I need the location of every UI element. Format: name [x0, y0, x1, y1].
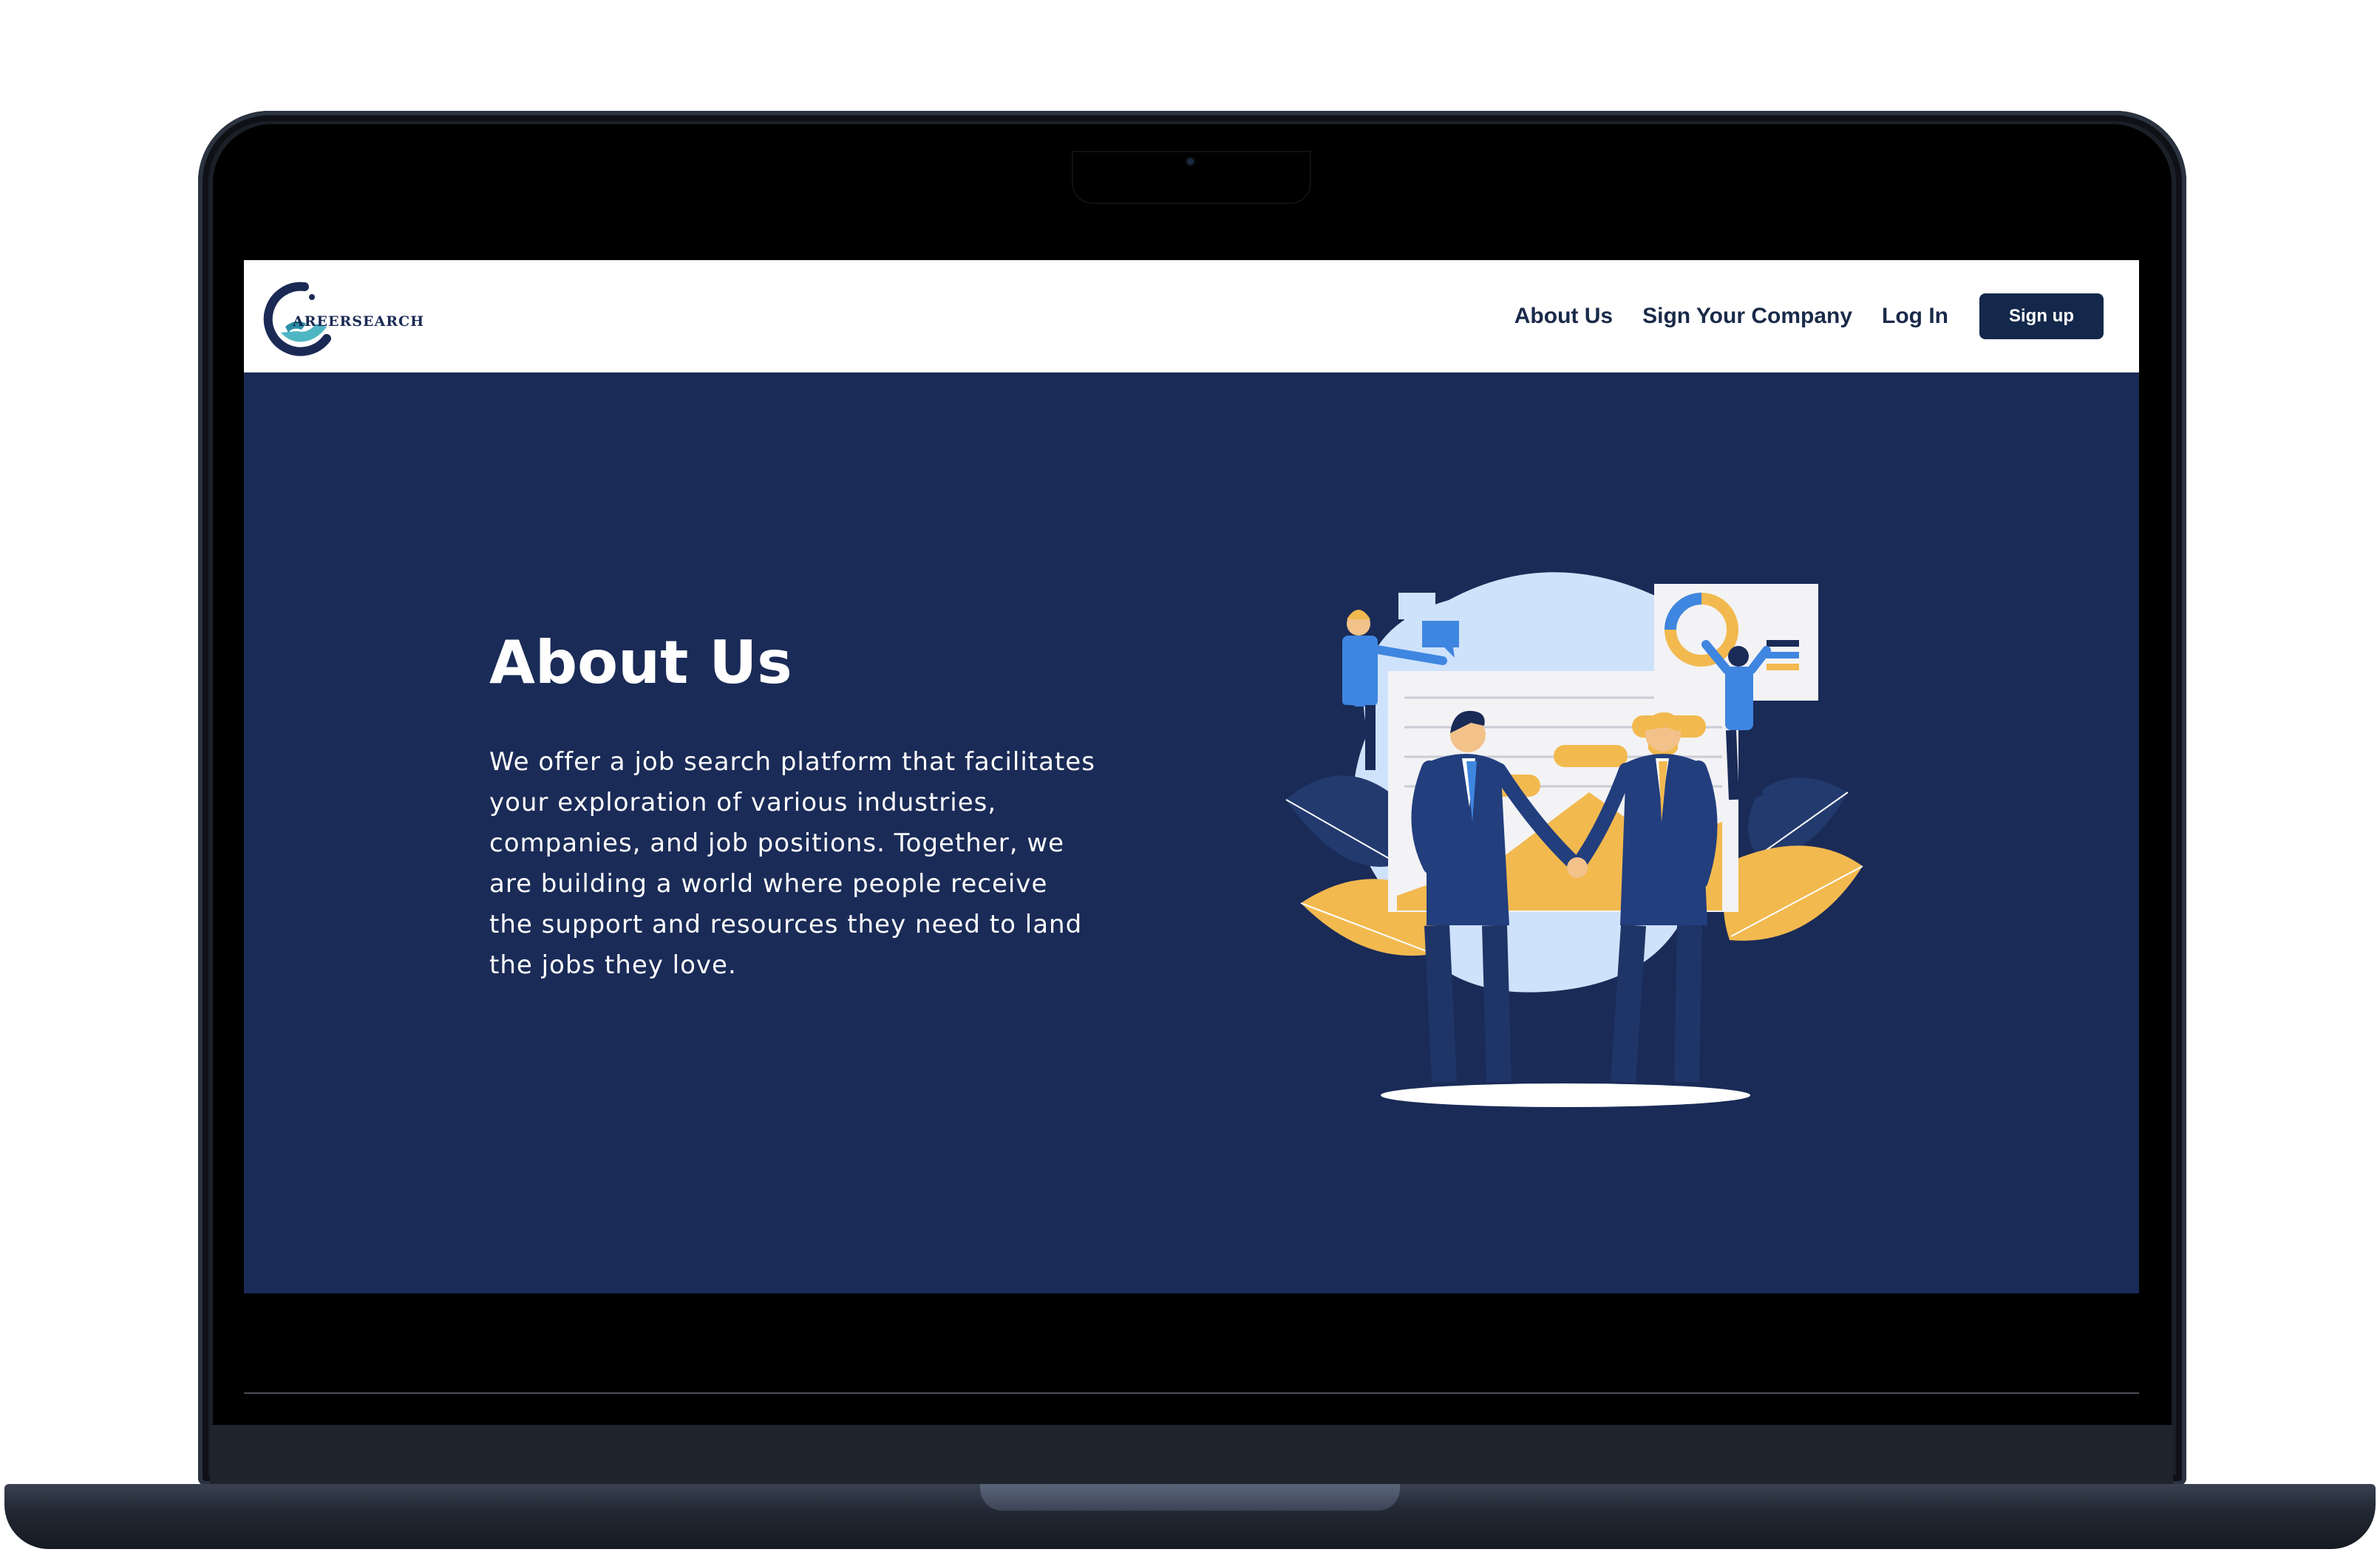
camera-icon	[1187, 158, 1194, 165]
sign-up-button[interactable]: Sign up	[1979, 293, 2104, 339]
leaf-yellow-right	[1724, 845, 1863, 941]
handshake	[1567, 857, 1588, 878]
laptop-opening-notch	[980, 1484, 1400, 1511]
brand-logo[interactable]: AREERSEARCH	[259, 275, 425, 358]
nav-menu: About Us Sign Your Company Log In Sign u…	[1514, 293, 2104, 340]
nav-link-log-in[interactable]: Log In	[1882, 304, 1948, 329]
nav-link-sign-your-company[interactable]: Sign Your Company	[1642, 304, 1852, 329]
speech-bubble-blue	[1422, 621, 1459, 647]
screen-edge	[244, 1392, 2139, 1394]
nav-link-about-us[interactable]: About Us	[1514, 304, 1613, 329]
about-hero-section: About Us We offer a job search platform …	[244, 372, 2139, 1293]
ground-shadow	[1381, 1083, 1750, 1107]
laptop-hinge	[210, 1425, 2173, 1484]
business-handshake-illustration	[1285, 572, 1863, 1107]
speech-bubble-light	[1398, 593, 1435, 619]
leaf-dark-left	[1286, 775, 1401, 867]
browser-viewport: AREERSEARCH About Us Sign Your Company L…	[244, 260, 2139, 1293]
navbar: AREERSEARCH About Us Sign Your Company L…	[244, 260, 2139, 372]
person-right-top	[1725, 667, 1753, 730]
brand-name: AREERSEARCH	[293, 313, 425, 330]
page-title: About Us	[489, 628, 792, 697]
about-description: We offer a job search platform that faci…	[489, 747, 1095, 980]
